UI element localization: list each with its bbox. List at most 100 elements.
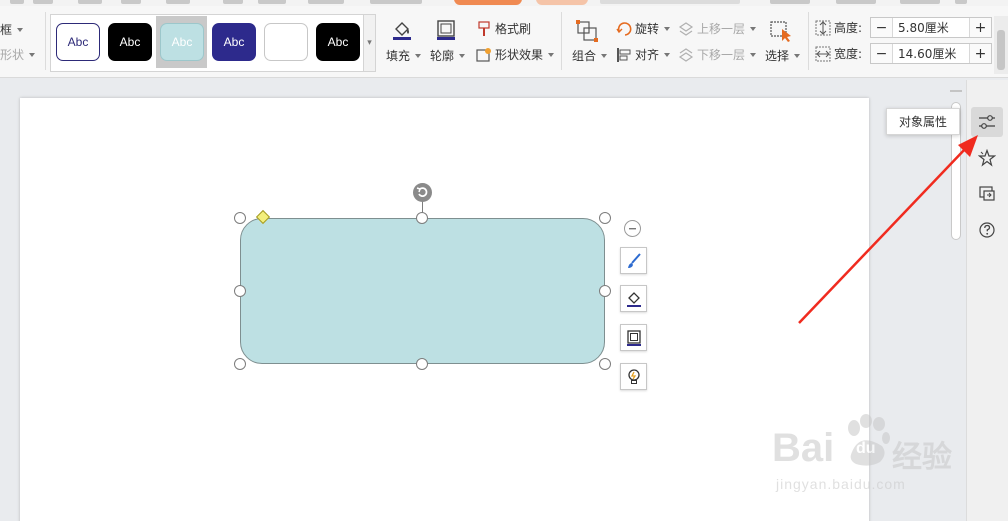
style-thumb-4[interactable]: Abc	[212, 23, 256, 61]
scroll-grip	[950, 90, 962, 92]
height-stepper[interactable]: − 5.80厘米 +	[870, 17, 992, 38]
style-thumb-1[interactable]: Abc	[56, 23, 100, 61]
lightbulb-icon[interactable]	[620, 363, 647, 390]
ribbon-scrollbar[interactable]	[994, 16, 1008, 74]
chevron-down-icon	[415, 53, 422, 58]
style-thumb-2[interactable]: Abc	[108, 23, 152, 61]
fill-button-icon[interactable]	[390, 18, 414, 42]
watermark-brand-tail: 经验	[892, 441, 952, 474]
outline-button-icon[interactable]	[434, 18, 458, 42]
chevron-down-icon	[459, 53, 466, 58]
tooltip-text: 对象属性	[898, 115, 947, 129]
resize-handle-left[interactable]	[234, 285, 246, 297]
height-label: 高度:	[834, 21, 863, 35]
object-properties-tooltip: 对象属性	[886, 108, 960, 135]
height-decrement-button[interactable]: −	[871, 18, 893, 37]
format-painter-button[interactable]: 格式刷	[476, 20, 531, 37]
divider	[808, 12, 809, 70]
select-button[interactable]: 选择	[765, 47, 801, 64]
collapse-float-toolbar-button[interactable]	[624, 220, 641, 237]
resize-handle-top[interactable]	[416, 212, 428, 224]
outline-button[interactable]: 轮廓	[430, 47, 466, 64]
resize-handle-bottom-right[interactable]	[599, 358, 611, 370]
style-thumb-5[interactable]	[264, 23, 308, 61]
ribbon-toolbar: 框 形状 Abc Abc Abc Abc Abc ▾ 填充 轮廓 格式刷 形状效…	[0, 6, 1008, 78]
group-button-icon[interactable]	[574, 18, 600, 44]
style-thumb-label: Abc	[171, 35, 193, 49]
shape-effects-button[interactable]: 形状效果	[476, 46, 555, 63]
send-backward-icon	[678, 47, 694, 62]
rotate-label: 旋转	[635, 22, 660, 36]
width-increment-button[interactable]: +	[969, 44, 991, 63]
width-label: 宽度:	[834, 47, 863, 61]
width-icon	[815, 46, 831, 61]
chevron-down-icon	[750, 26, 757, 31]
resize-handle-bottom-left[interactable]	[234, 358, 246, 370]
resize-handle-right[interactable]	[599, 285, 611, 297]
outline-label: 轮廓	[430, 49, 455, 63]
shape-effects-icon	[476, 47, 491, 62]
star-animation-icon[interactable]	[971, 143, 1003, 173]
slide-transition-icon[interactable]	[971, 179, 1003, 209]
style-thumb-3[interactable]: Abc	[160, 23, 204, 61]
fill-label: 填充	[386, 49, 411, 63]
resize-handle-top-right[interactable]	[599, 212, 611, 224]
fill-bucket-icon[interactable]	[620, 285, 647, 312]
rounded-rectangle-shape[interactable]	[240, 218, 605, 364]
width-input[interactable]: 14.60厘米	[893, 44, 969, 63]
border-label: 框	[0, 23, 13, 37]
ribbon-scroll-thumb[interactable]	[997, 30, 1005, 70]
rotate-icon	[616, 21, 632, 36]
shape-label: 形状	[0, 48, 25, 62]
format-painter-icon	[478, 20, 490, 36]
chevron-down-icon	[750, 52, 757, 57]
side-task-panel	[966, 80, 1008, 521]
width-decrement-button[interactable]: −	[871, 44, 893, 63]
height-icon	[815, 20, 831, 35]
watermark-paw-text: du	[856, 440, 876, 457]
chevron-down-icon	[548, 52, 555, 57]
style-thumb-label: Abc	[119, 35, 141, 49]
resize-handle-top-left[interactable]	[234, 212, 246, 224]
chevron-down-icon	[664, 52, 671, 57]
height-increment-button[interactable]: +	[969, 18, 991, 37]
group-button[interactable]: 组合	[572, 47, 608, 64]
align-label: 对齐	[635, 48, 660, 62]
width-field-label: 宽度:	[815, 45, 862, 62]
bring-forward-label: 上移一层	[697, 22, 746, 36]
select-label: 选择	[765, 49, 790, 63]
chevron-down-icon	[601, 53, 608, 58]
outline-icon[interactable]	[620, 324, 647, 351]
shape-effects-label: 形状效果	[495, 48, 544, 62]
style-thumb-label: Abc	[67, 35, 89, 49]
shape-dropdown[interactable]: 形状	[0, 46, 36, 63]
fill-button[interactable]: 填充	[386, 47, 422, 64]
bring-forward-button[interactable]: 上移一层	[678, 20, 757, 37]
rotate-handle-icon[interactable]	[413, 183, 432, 202]
shape-style-gallery: Abc Abc Abc Abc Abc	[50, 14, 376, 72]
border-dropdown[interactable]: 框	[0, 21, 24, 38]
align-button[interactable]: 对齐	[616, 46, 671, 63]
group-label: 组合	[572, 49, 597, 63]
watermark-brand: Bai	[772, 426, 835, 470]
divider	[561, 12, 562, 70]
resize-handle-bottom[interactable]	[416, 358, 428, 370]
format-painter-label: 格式刷	[495, 22, 532, 36]
object-properties-icon[interactable]	[971, 107, 1003, 137]
style-brush-icon[interactable]	[620, 247, 647, 274]
divider	[45, 12, 46, 70]
send-backward-label: 下移一层	[697, 48, 746, 62]
help-icon[interactable]	[971, 215, 1003, 245]
select-button-icon[interactable]	[768, 18, 794, 44]
style-thumb-6[interactable]: Abc	[316, 23, 360, 61]
send-backward-button[interactable]: 下移一层	[678, 46, 757, 63]
height-input[interactable]: 5.80厘米	[893, 18, 969, 37]
height-field-label: 高度:	[815, 19, 862, 36]
gallery-expand-button[interactable]: ▾	[363, 14, 376, 72]
chevron-down-icon	[664, 26, 671, 31]
width-stepper[interactable]: − 14.60厘米 +	[870, 43, 992, 64]
chevron-down-icon	[17, 27, 24, 32]
watermark-url: jingyan.baidu.com	[776, 476, 906, 492]
rotate-button[interactable]: 旋转	[616, 20, 671, 37]
chevron-down-icon	[794, 53, 801, 58]
